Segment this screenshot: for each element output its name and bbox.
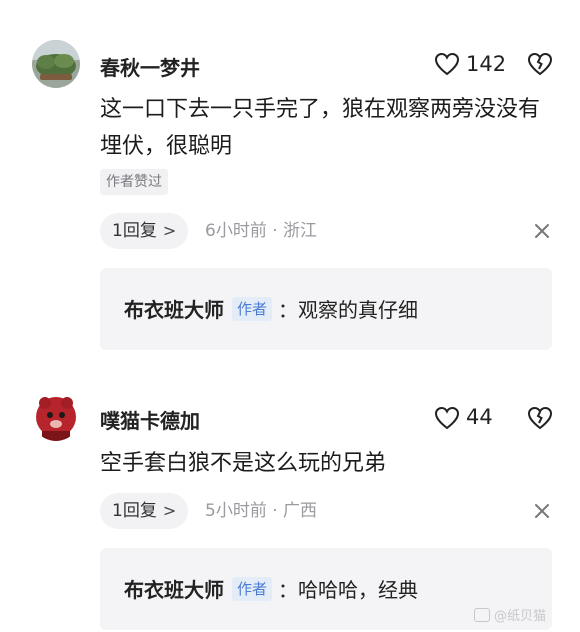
reply-text: ：哈哈哈，经典 <box>278 578 419 602</box>
comment-meta: 5小时前 · 广西 <box>205 501 318 521</box>
watermark-text: @纸贝猫 <box>494 609 547 624</box>
replies-label: 1回复 <box>112 501 157 521</box>
comment-text: 空手套白狼不是这么玩的兄弟 <box>100 451 387 476</box>
username[interactable]: 春秋一梦井 <box>100 52 200 81</box>
reply-box[interactable]: 布衣班大师 作者 ：观察的真仔细 <box>100 268 552 350</box>
username[interactable]: 噗猫卡德加 <box>100 405 200 434</box>
author-tag: 作者 <box>232 576 273 601</box>
reply-author[interactable]: 布衣班大师 <box>124 294 224 323</box>
reply-text: ：观察的真仔细 <box>278 298 419 322</box>
user-avatar[interactable] <box>32 40 80 88</box>
user-avatar[interactable] <box>32 393 80 441</box>
heart-icon[interactable] <box>434 406 460 430</box>
chevron-right-icon: > <box>162 501 177 520</box>
like-count: 142 <box>466 52 507 76</box>
comment-meta: 6小时前 · 浙江 <box>205 221 318 241</box>
replies-button[interactable]: 1回复 > <box>100 493 189 529</box>
reply-line: 布衣班大师 作者 ：哈哈哈，经典 <box>124 574 418 603</box>
broken-heart-icon[interactable] <box>527 51 553 77</box>
comment-text: 这一口下去一只手完了，狼在观察两旁没没有埋伏，很聪明 <box>100 97 541 159</box>
close-icon[interactable] <box>533 502 551 520</box>
replies-label: 1回复 <box>112 221 157 241</box>
author-liked-badge: 作者赞过 <box>100 169 168 195</box>
reply-line: 布衣班大师 作者 ：观察的真仔细 <box>124 294 418 323</box>
like-count: 44 <box>466 405 493 429</box>
app-logo-icon <box>474 608 490 622</box>
author-tag: 作者 <box>232 296 273 321</box>
broken-heart-icon[interactable] <box>527 405 553 431</box>
close-icon[interactable] <box>533 222 551 240</box>
chevron-right-icon: > <box>162 221 177 240</box>
replies-button[interactable]: 1回复 > <box>100 213 189 249</box>
watermark: @纸贝猫 <box>474 605 546 624</box>
heart-icon[interactable] <box>434 52 460 76</box>
reply-author[interactable]: 布衣班大师 <box>124 574 224 603</box>
